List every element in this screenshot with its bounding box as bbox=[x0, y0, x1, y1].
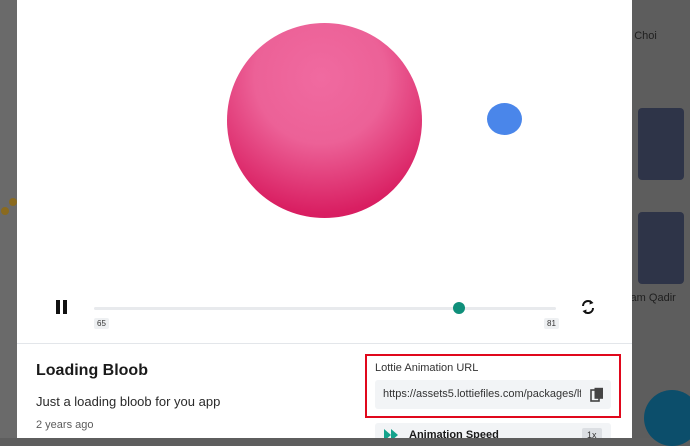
pause-button[interactable] bbox=[54, 299, 70, 315]
background-right-strip: ın Choi ulam Qadir bbox=[622, 0, 690, 446]
animation-speed-row[interactable]: Animation Speed 1x bbox=[375, 423, 611, 438]
loop-icon bbox=[582, 300, 594, 314]
copy-url-button[interactable] bbox=[590, 387, 604, 402]
animation-pink-ball bbox=[227, 23, 422, 218]
timeline-track[interactable] bbox=[94, 307, 556, 310]
lottie-player: 65 81 bbox=[17, 0, 632, 343]
timeline-thumb[interactable] bbox=[452, 302, 465, 314]
animation-age: 2 years ago bbox=[36, 419, 94, 431]
loop-button[interactable] bbox=[579, 298, 597, 316]
start-frame-label: 65 bbox=[94, 318, 109, 329]
lottie-url-field[interactable]: https://assets5.lottiefiles.com/packages… bbox=[375, 380, 611, 409]
lottie-url-value: https://assets5.lottiefiles.com/packages… bbox=[383, 388, 581, 400]
pause-icon bbox=[56, 300, 60, 314]
animation-preview-modal: 65 81 Loading Bloob Just a loading bloob… bbox=[17, 0, 632, 438]
background-dots bbox=[0, 198, 17, 226]
animation-speed-label: Animation Speed bbox=[409, 429, 499, 438]
background-left-strip bbox=[0, 0, 17, 438]
background-card bbox=[638, 108, 684, 180]
animation-title: Loading Bloob bbox=[36, 362, 148, 379]
animation-blue-ball bbox=[487, 103, 522, 135]
animation-description: Just a loading bloob for you app bbox=[36, 394, 221, 409]
end-frame-label: 81 bbox=[544, 318, 559, 329]
section-divider bbox=[17, 343, 632, 344]
pause-icon bbox=[63, 300, 67, 314]
animation-speed-value[interactable]: 1x bbox=[582, 428, 602, 438]
lottie-url-label: Lottie Animation URL bbox=[375, 362, 479, 374]
fast-forward-icon bbox=[384, 429, 398, 438]
background-card bbox=[638, 212, 684, 284]
copy-icon bbox=[590, 387, 603, 402]
